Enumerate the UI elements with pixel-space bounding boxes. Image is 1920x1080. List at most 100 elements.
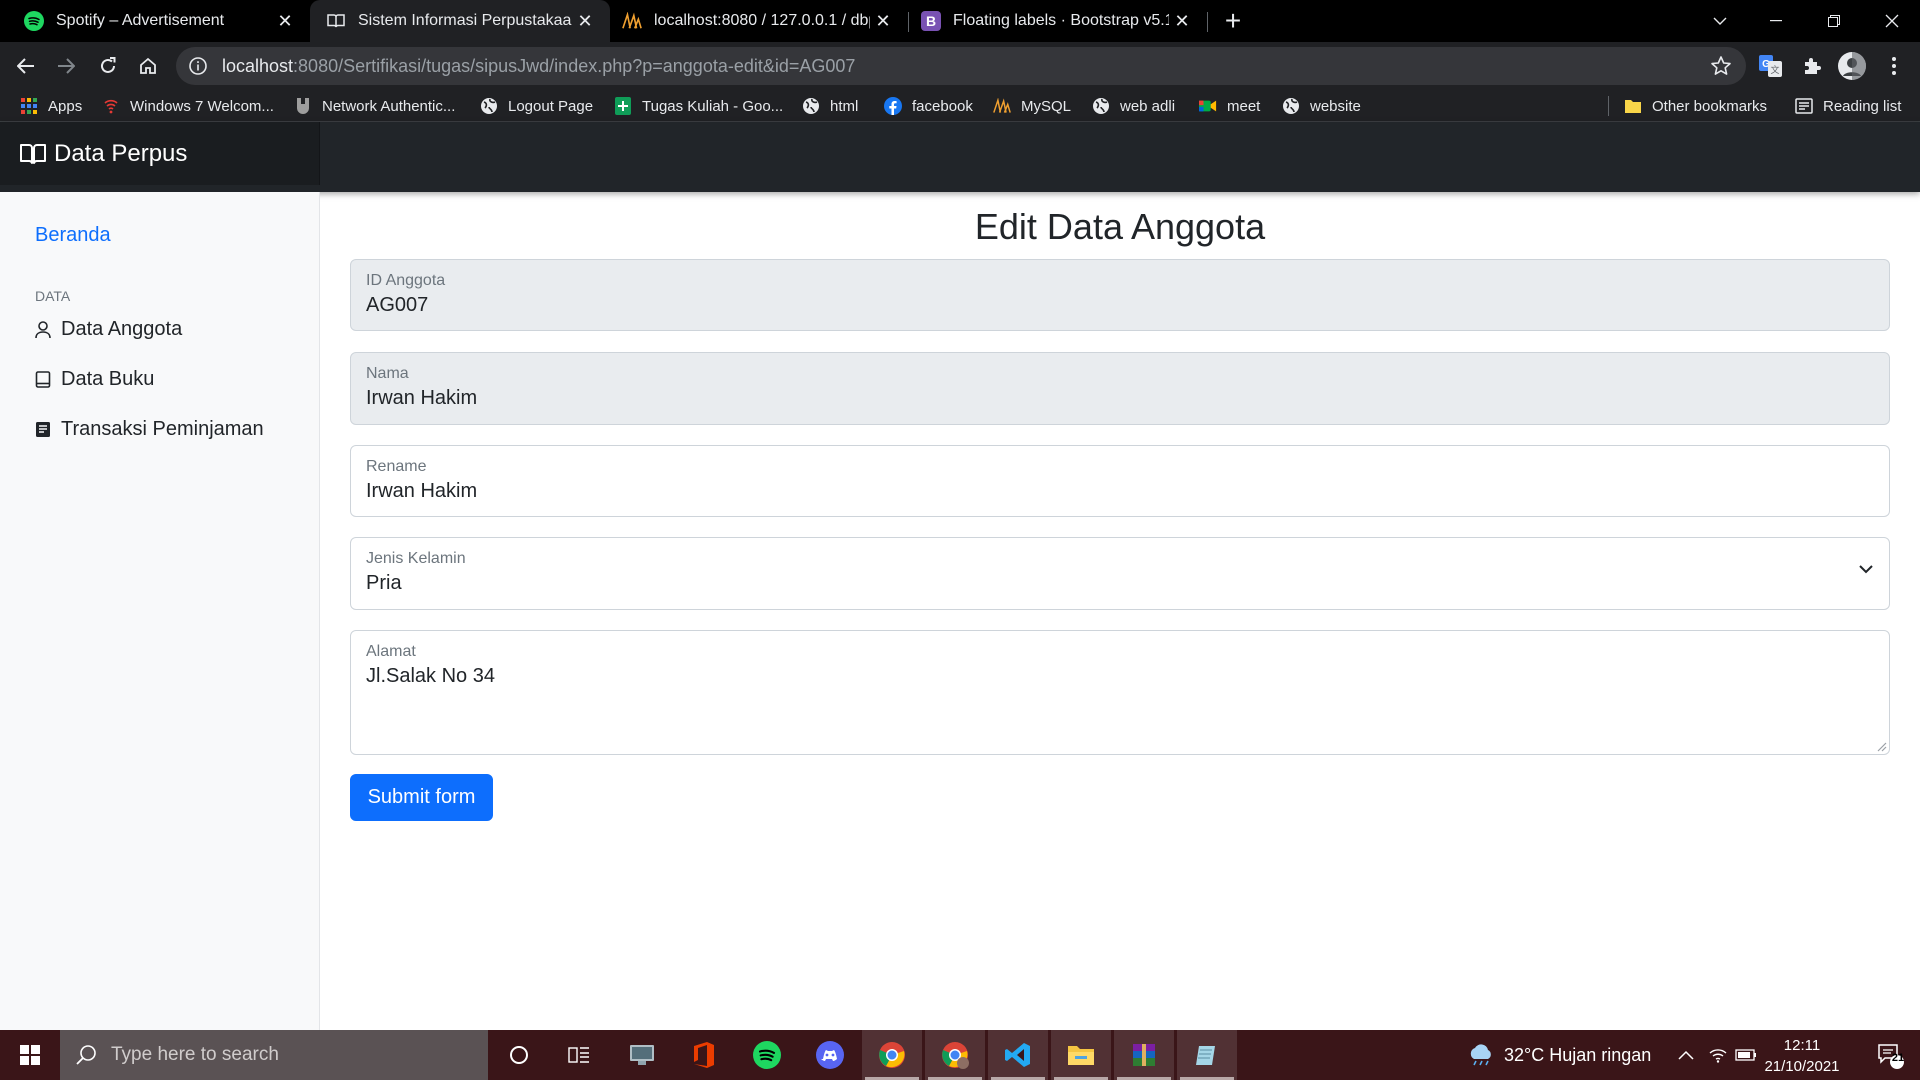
bookmark-website[interactable]: website — [1282, 90, 1361, 122]
bookmark-star-icon[interactable] — [1710, 55, 1732, 77]
bookmarks-bar: Apps Windows 7 Welcom... Network Authent… — [0, 90, 1920, 122]
bookmark-label: Reading list — [1823, 97, 1902, 115]
task-view-icon — [568, 1047, 589, 1063]
minimize-button[interactable] — [1748, 0, 1804, 42]
taskbar-app-winrar[interactable] — [1114, 1030, 1174, 1080]
id-anggota-field[interactable]: ID Anggota AG007 — [350, 259, 1890, 331]
journal-icon — [36, 421, 50, 437]
back-button[interactable] — [10, 50, 42, 82]
book-icon — [35, 370, 51, 388]
field-label: Nama — [366, 365, 409, 382]
notification-center-button[interactable]: 21 — [1862, 1030, 1918, 1080]
sidebar-item-label: Data Anggota — [61, 318, 183, 340]
taskbar-search-box[interactable]: Type here to search — [60, 1030, 488, 1080]
bookmark-tugas-kuliah[interactable]: Tugas Kuliah - Goo... — [614, 90, 783, 122]
bootstrap-icon: B — [921, 11, 941, 31]
apps-grid-icon — [20, 97, 38, 115]
user-icon — [35, 320, 51, 338]
weather-text: 32°C Hujan ringan — [1504, 1044, 1652, 1065]
resize-grip-icon[interactable] — [1875, 740, 1887, 752]
folder-icon — [1068, 1046, 1094, 1065]
sidebar-item-transaksi-peminjaman[interactable]: Transaksi Peminjaman — [35, 418, 264, 441]
bookmark-apps[interactable]: Apps — [20, 90, 82, 122]
windows-start-button[interactable] — [0, 1030, 60, 1080]
tab-bootstrap[interactable]: B Floating labels · Bootstrap v5.1 ✕ — [909, 0, 1207, 42]
cortana-button[interactable] — [489, 1030, 549, 1080]
nama-field[interactable]: Nama Irwan Hakim — [350, 352, 1890, 425]
tray-chevron-up-icon[interactable] — [1672, 1030, 1700, 1080]
field-value: AG007 — [366, 294, 429, 316]
tab-phpmyadmin[interactable]: localhost:8080 / 127.0.0.1 / dbpu ✕ — [610, 0, 908, 42]
svg-text:B: B — [926, 13, 936, 29]
svg-text:文: 文 — [1770, 64, 1779, 76]
address-bar[interactable]: localhost:8080/Sertifikasi/tugas/sipusJw… — [176, 47, 1746, 85]
bookmark-html[interactable]: html — [802, 90, 858, 122]
menu-kebab-icon[interactable] — [1882, 54, 1906, 78]
bookmark-meet[interactable]: meet — [1199, 90, 1260, 122]
url-text[interactable]: localhost:8080/Sertifikasi/tugas/sipusJw… — [222, 56, 855, 77]
sidebar-item-label: Data Buku — [61, 368, 155, 390]
taskbar-app-office[interactable] — [674, 1030, 734, 1080]
windows-taskbar: Type here to search 32°C Hujan ringan 12… — [0, 1030, 1920, 1080]
taskbar-app-remote-desktop[interactable] — [612, 1030, 672, 1080]
taskbar-app-spotify[interactable] — [737, 1030, 797, 1080]
taskbar-app-chrome-profile[interactable] — [925, 1030, 985, 1080]
close-window-button[interactable] — [1864, 0, 1920, 42]
sidebar-item-label: Beranda — [35, 224, 111, 246]
home-button[interactable] — [132, 50, 164, 82]
reading-list-icon — [1795, 97, 1813, 115]
taskbar-app-vscode[interactable] — [988, 1030, 1048, 1080]
submit-form-button[interactable]: Submit form — [350, 774, 493, 821]
bookmark-label: Logout Page — [508, 97, 594, 115]
spotify-icon — [24, 11, 44, 31]
bookmark-web-adli[interactable]: web adli — [1092, 90, 1175, 122]
close-icon[interactable]: ✕ — [272, 8, 298, 34]
browser-tab-strip: Spotify – Advertisement ✕ Sistem Informa… — [0, 0, 1920, 42]
profile-avatar[interactable] — [1838, 52, 1866, 80]
task-view-button[interactable] — [549, 1030, 609, 1080]
tab-sistem-informasi[interactable]: Sistem Informasi Perpustakaan ✕ — [310, 0, 610, 42]
reload-button[interactable] — [92, 50, 124, 82]
winrar-icon — [1133, 1044, 1155, 1066]
chrome-profile-icon — [942, 1042, 969, 1069]
bookmark-mysql[interactable]: MySQL — [993, 90, 1071, 122]
info-icon[interactable] — [188, 56, 208, 76]
new-tab-button[interactable]: + — [1218, 5, 1248, 36]
folder-icon — [1624, 97, 1642, 115]
bookmark-facebook[interactable]: facebook — [884, 90, 973, 122]
sidebar-item-beranda[interactable]: Beranda — [35, 224, 111, 247]
extensions-puzzle-icon[interactable] — [1800, 54, 1824, 78]
taskbar-app-notepad[interactable] — [1177, 1030, 1237, 1080]
rename-field[interactable]: Rename Irwan Hakim — [350, 445, 1890, 517]
network-wifi-icon[interactable] — [1705, 1030, 1731, 1080]
reading-list-button[interactable]: Reading list — [1795, 90, 1901, 122]
tab-title: Spotify – Advertisement — [56, 12, 225, 29]
close-icon[interactable]: ✕ — [870, 8, 896, 34]
forward-button[interactable] — [50, 50, 82, 82]
google-meet-icon — [1199, 97, 1217, 115]
system-clock[interactable]: 12:11 21/10/2021 — [1752, 1035, 1852, 1077]
tab-spotify[interactable]: Spotify – Advertisement ✕ — [0, 0, 310, 42]
taskbar-app-file-explorer[interactable] — [1051, 1030, 1111, 1080]
field-value: Jl.Salak No 34 — [366, 665, 495, 687]
restore-button[interactable] — [1806, 0, 1862, 42]
taskbar-app-discord[interactable] — [800, 1030, 860, 1080]
alamat-textarea[interactable]: Alamat Jl.Salak No 34 — [350, 630, 1890, 755]
navbar-brand[interactable]: Data Perpus — [0, 122, 320, 185]
jenis-kelamin-select[interactable]: Jenis Kelamin Pria — [350, 537, 1890, 610]
tab-search-chevron-icon[interactable] — [1692, 0, 1748, 42]
sidebar-item-data-anggota[interactable]: Data Anggota — [35, 318, 182, 341]
field-value: Irwan Hakim — [366, 387, 478, 409]
bookmark-network-auth[interactable]: Network Authentic... — [294, 90, 455, 122]
bookmark-logout-page[interactable]: Logout Page — [480, 90, 593, 122]
sidebar-heading: DATA — [35, 288, 71, 304]
translate-icon[interactable]: G文 — [1759, 54, 1783, 78]
weather-widget[interactable]: 32°C Hujan ringan — [1466, 1030, 1651, 1080]
sidebar-item-data-buku[interactable]: Data Buku — [35, 368, 154, 391]
close-icon[interactable]: ✕ — [572, 8, 598, 34]
bookmark-other-bookmarks[interactable]: Other bookmarks — [1624, 90, 1767, 122]
bookmark-windows7[interactable]: Windows 7 Welcom... — [102, 90, 274, 122]
search-placeholder: Type here to search — [111, 1044, 279, 1065]
close-icon[interactable]: ✕ — [1169, 8, 1195, 34]
taskbar-app-chrome[interactable] — [862, 1030, 922, 1080]
